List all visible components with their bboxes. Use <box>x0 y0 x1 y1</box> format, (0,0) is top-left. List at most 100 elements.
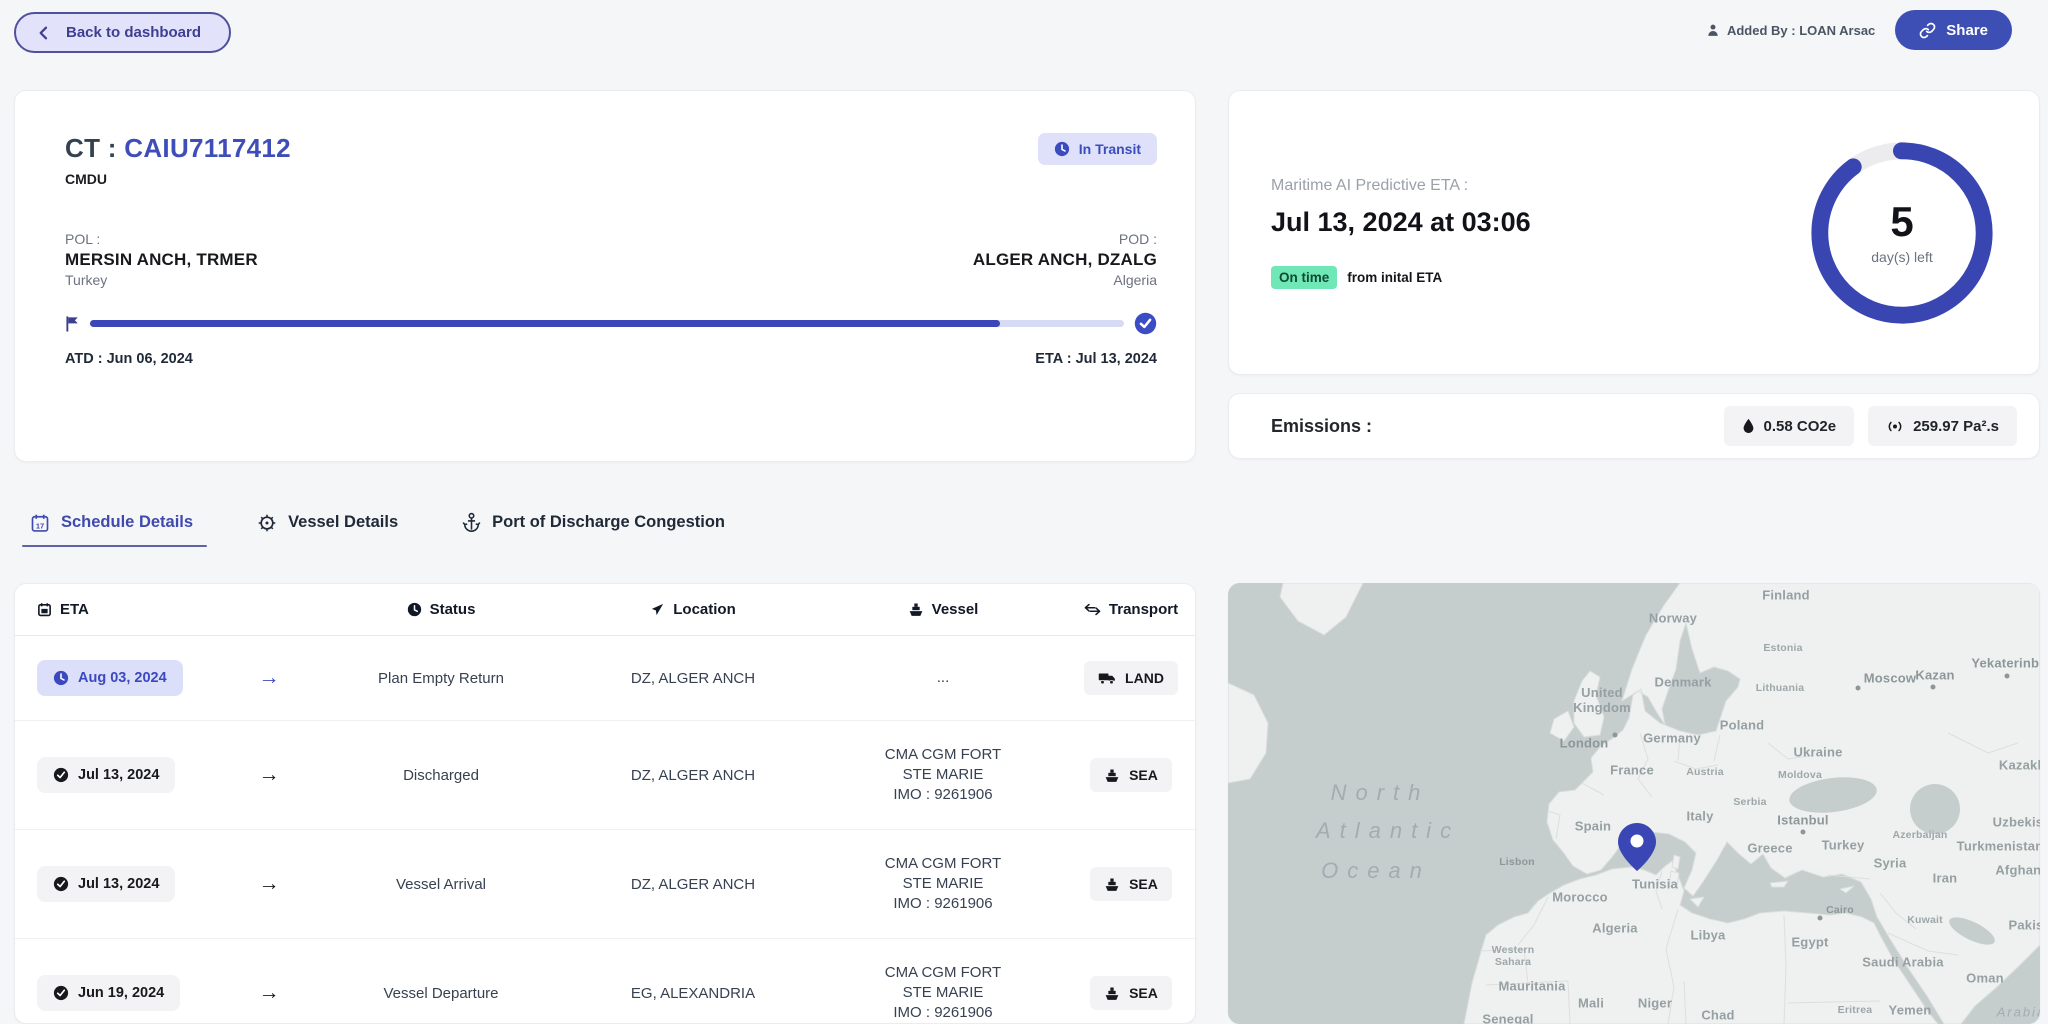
days-left-value: 5 <box>1890 201 1913 243</box>
shipment-heading: CT : CAIU7117412 CMDU <box>65 133 291 187</box>
vessel-cell: CMA CGM FORTSTE MARIEIMO : 9261906 <box>819 745 1067 805</box>
on-time-badge: On time <box>1271 266 1337 289</box>
ship-icon <box>1104 768 1120 783</box>
chevron-left-icon <box>36 25 52 41</box>
tab-schedule-details[interactable]: 17 Schedule Details <box>30 512 193 533</box>
eta-chip-label: Jul 13, 2024 <box>78 767 159 783</box>
eta-chip-label: Jul 13, 2024 <box>78 876 159 892</box>
tab-schedule-details-label: Schedule Details <box>61 513 193 532</box>
transport-chip: SEA <box>1090 976 1172 1010</box>
vessel-line: STE MARIE <box>903 765 984 785</box>
droplet-icon <box>1742 418 1755 434</box>
tab-port-of-discharge-congestion[interactable]: Port of Discharge Congestion <box>462 512 725 533</box>
table-row[interactable]: Jul 13, 2024 → Discharged DZ, ALGER ANCH… <box>15 721 1195 830</box>
noise-chip: 259.97 Pa².s <box>1868 406 2017 446</box>
column-header-vessel: Vessel <box>819 601 1067 618</box>
back-to-dashboard-button[interactable]: Back to dashboard <box>14 12 231 53</box>
pod-country: Algeria <box>973 272 1157 288</box>
arrow-cell: → <box>223 981 315 1005</box>
vessel-line: CMA CGM FORT <box>885 963 1001 983</box>
container-tracking-page: Back to dashboard Added By : LOAN Arsac … <box>0 0 2048 1024</box>
table-row[interactable]: Jun 19, 2024 → Vessel Departure EG, ALEX… <box>15 939 1195 1024</box>
arrow-cell: → <box>223 666 315 690</box>
column-header-status: Status <box>315 601 567 618</box>
column-header-transport: Transport <box>1067 601 1195 618</box>
column-label-status: Status <box>430 601 476 618</box>
added-by: Added By : LOAN Arsac <box>1706 23 1875 38</box>
location-cell: EG, ALEXANDRIA <box>567 985 819 1002</box>
route-map[interactable]: NorthAtlanticOceanNorwayFinlandEstoniaDe… <box>1228 583 2040 1024</box>
arrow-cell: → <box>223 763 315 787</box>
eta-cell: Jun 19, 2024 <box>15 975 223 1011</box>
clock-icon <box>53 670 69 686</box>
added-by-label: Added By : LOAN Arsac <box>1727 23 1875 38</box>
tab-vessel-details[interactable]: Vessel Details <box>257 512 398 533</box>
column-header-location: Location <box>567 601 819 618</box>
vessel-line: IMO : 9261906 <box>893 1003 992 1023</box>
shipment-card: CT : CAIU7117412 CMDU In Transit POL : M… <box>14 90 1196 462</box>
check-circle-icon <box>53 767 69 783</box>
transport-chip: SEA <box>1090 867 1172 901</box>
transport-cell: SEA <box>1067 867 1195 901</box>
truck-icon <box>1098 671 1116 685</box>
map-pin <box>1618 823 1656 871</box>
days-left-label: day(s) left <box>1871 249 1932 265</box>
pol-name: MERSIN ANCH, TRMER <box>65 250 258 270</box>
status-badge: In Transit <box>1038 133 1157 165</box>
transport-chip-label: SEA <box>1129 767 1158 783</box>
vessel-line: CMA CGM FORT <box>885 745 1001 765</box>
ship-icon <box>1104 877 1120 892</box>
vessel-cell: CMA CGM FORTSTE MARIEIMO : 9261906 <box>819 854 1067 914</box>
navigation-arrow-icon <box>650 602 665 617</box>
pod-name: ALGER ANCH, DZALG <box>973 250 1157 270</box>
location-cell: DZ, ALGER ANCH <box>567 876 819 893</box>
column-label-location: Location <box>673 601 736 618</box>
predictive-eta-block: Maritime AI Predictive ETA : Jul 13, 202… <box>1271 177 1531 289</box>
topbar-right: Added By : LOAN Arsac Share <box>1706 10 2012 50</box>
on-time-note: from inital ETA <box>1347 270 1442 285</box>
table-row[interactable]: Jul 13, 2024 → Vessel Arrival DZ, ALGER … <box>15 830 1195 939</box>
days-left-gauge: 5 day(s) left <box>1803 134 2001 332</box>
column-header-eta: ETA <box>15 601 223 618</box>
eta-chip-label: Jun 19, 2024 <box>78 985 164 1001</box>
column-label-eta: ETA <box>60 601 89 618</box>
calendar-icon: 17 <box>30 513 50 533</box>
transport-chip: SEA <box>1090 758 1172 792</box>
svg-text:17: 17 <box>36 521 44 530</box>
pol-block: POL : MERSIN ANCH, TRMER Turkey <box>65 231 258 288</box>
back-button-label: Back to dashboard <box>66 24 201 41</box>
vessel-cell: CMA CGM FORTSTE MARIEIMO : 9261906 <box>819 963 1067 1023</box>
share-button-label: Share <box>1946 22 1988 39</box>
transport-cell: SEA <box>1067 976 1195 1010</box>
eta-chip-label: Aug 03, 2024 <box>78 670 167 686</box>
detail-tabs: 17 Schedule Details Vessel Details Port … <box>30 512 725 533</box>
clock-icon <box>407 602 422 617</box>
check-circle-icon <box>53 985 69 1001</box>
table-row[interactable]: Aug 03, 2024 → Plan Empty Return DZ, ALG… <box>15 636 1195 721</box>
ct-label: CT : <box>65 133 117 163</box>
eta-chip: Aug 03, 2024 <box>37 660 183 696</box>
transport-cell: SEA <box>1067 758 1195 792</box>
check-circle-icon <box>53 876 69 892</box>
predictive-eta-card: Maritime AI Predictive ETA : Jul 13, 202… <box>1228 90 2040 375</box>
container-number: CT : CAIU7117412 <box>65 133 291 164</box>
emissions-label: Emissions : <box>1271 416 1372 437</box>
pol-label: POL : <box>65 231 258 247</box>
column-label-vessel: Vessel <box>932 601 979 618</box>
column-label-transport: Transport <box>1109 601 1178 618</box>
ship-icon <box>908 602 924 617</box>
predictive-eta-label: Maritime AI Predictive ETA : <box>1271 177 1531 195</box>
transport-cell: LAND <box>1067 661 1195 695</box>
vessel-line: CMA CGM FORT <box>885 854 1001 874</box>
share-button[interactable]: Share <box>1895 10 2012 50</box>
transport-chip-label: SEA <box>1129 985 1158 1001</box>
eta-chip: Jul 13, 2024 <box>37 757 175 793</box>
helm-icon <box>257 513 277 533</box>
ct-value: CAIU7117412 <box>124 133 291 163</box>
arrow-right-icon: → <box>259 666 280 690</box>
eta-cell: Jul 13, 2024 <box>15 757 223 793</box>
carrier-code: CMDU <box>65 171 291 187</box>
schedule-table-rows: Aug 03, 2024 → Plan Empty Return DZ, ALG… <box>15 636 1195 1024</box>
arrows-left-right-icon <box>1084 603 1101 616</box>
co2-value: 0.58 CO2e <box>1764 418 1837 435</box>
